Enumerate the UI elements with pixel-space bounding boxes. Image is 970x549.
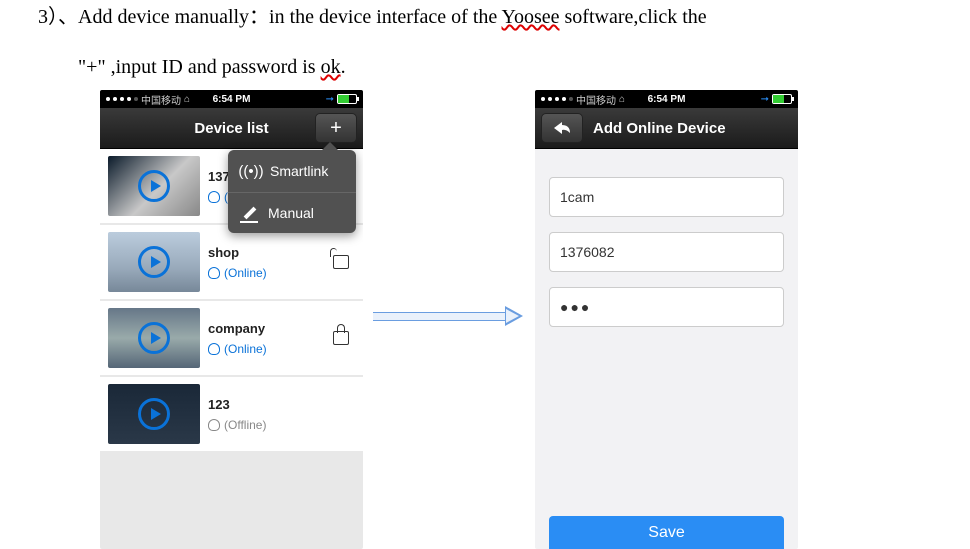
input-value: ●●● bbox=[560, 299, 591, 315]
device-password-input[interactable]: ●●● bbox=[549, 287, 784, 327]
menu-item-manual[interactable]: Manual bbox=[228, 192, 356, 233]
carrier-indicator: 中国移动 ⌂ bbox=[541, 92, 625, 107]
play-icon bbox=[138, 398, 170, 430]
play-icon bbox=[138, 246, 170, 278]
device-thumbnail[interactable] bbox=[108, 384, 200, 444]
screenshot-device-list: 中国移动 ⌂ 6:54 PM ➞ Device list + 137 ( sho… bbox=[100, 90, 363, 549]
device-name: company bbox=[208, 321, 267, 336]
device-status: (Online) bbox=[208, 266, 267, 280]
menu-item-smartlink[interactable]: ((•)) Smartlink bbox=[228, 150, 356, 192]
text: "+" ,input ID and password is bbox=[78, 56, 321, 78]
device-thumbnail[interactable] bbox=[108, 308, 200, 368]
spellcheck-word: Yoosee bbox=[502, 6, 560, 28]
bluetooth-icon: ➞ bbox=[326, 94, 334, 105]
play-icon bbox=[138, 170, 170, 202]
battery-icon bbox=[337, 94, 357, 104]
menu-label: Manual bbox=[268, 205, 314, 221]
device-row[interactable]: shop (Online) bbox=[100, 225, 363, 299]
carrier-indicator: 中国移动 ⌂ bbox=[106, 92, 190, 107]
pencil-icon bbox=[242, 205, 258, 221]
add-device-button[interactable]: + bbox=[315, 113, 357, 143]
menu-label: Smartlink bbox=[270, 163, 328, 179]
battery-indicator: ➞ bbox=[761, 94, 792, 105]
page-title: Add Online Device bbox=[593, 120, 726, 137]
device-name-input[interactable]: 1cam bbox=[549, 177, 784, 217]
back-button[interactable] bbox=[541, 113, 583, 143]
person-icon bbox=[208, 191, 220, 203]
page-title: Device list bbox=[194, 120, 268, 137]
device-status: ( bbox=[208, 190, 230, 204]
play-icon bbox=[138, 322, 170, 354]
text: 3）、Add device manually：in the device int… bbox=[38, 6, 502, 28]
save-button[interactable]: Save bbox=[549, 516, 784, 549]
lock-open-icon[interactable] bbox=[333, 255, 349, 269]
button-label: Save bbox=[648, 524, 684, 542]
device-status: (Online) bbox=[208, 342, 267, 356]
back-arrow-icon bbox=[552, 121, 572, 135]
person-icon bbox=[208, 343, 220, 355]
person-icon bbox=[208, 267, 220, 279]
device-id-input[interactable]: 1376082 bbox=[549, 232, 784, 272]
carrier-text: 中国移动 bbox=[576, 92, 616, 107]
text: . bbox=[341, 56, 346, 78]
device-name: shop bbox=[208, 245, 267, 260]
lock-closed-icon[interactable] bbox=[333, 331, 349, 345]
instruction-line-2: "+" ,input ID and password is ok. bbox=[78, 54, 346, 80]
instruction-line-1: 3）、Add device manually：in the device int… bbox=[38, 4, 707, 30]
device-name: 137 bbox=[208, 169, 230, 184]
input-value: 1cam bbox=[560, 189, 594, 205]
battery-indicator: ➞ bbox=[326, 94, 357, 105]
nav-bar: Add Online Device bbox=[535, 108, 798, 149]
person-icon bbox=[208, 419, 220, 431]
carrier-text: 中国移动 bbox=[141, 92, 181, 107]
input-value: 1376082 bbox=[560, 244, 615, 260]
clock: 6:54 PM bbox=[213, 94, 251, 105]
text: software,click the bbox=[560, 6, 707, 28]
device-name: 123 bbox=[208, 397, 266, 412]
spellcheck-word: ok bbox=[321, 56, 341, 78]
device-row[interactable]: company (Online) bbox=[100, 301, 363, 375]
device-row[interactable]: 123 (Offline) bbox=[100, 377, 363, 451]
plus-icon: + bbox=[330, 117, 342, 140]
battery-icon bbox=[772, 94, 792, 104]
bluetooth-icon: ➞ bbox=[761, 94, 769, 105]
broadcast-icon: ((•)) bbox=[242, 162, 260, 180]
flow-arrow bbox=[373, 306, 523, 326]
clock: 6:54 PM bbox=[648, 94, 686, 105]
add-device-menu: ((•)) Smartlink Manual bbox=[228, 150, 356, 233]
device-thumbnail[interactable] bbox=[108, 156, 200, 216]
wifi-icon: ⌂ bbox=[619, 94, 625, 105]
status-bar: 中国移动 ⌂ 6:54 PM ➞ bbox=[100, 90, 363, 108]
status-bar: 中国移动 ⌂ 6:54 PM ➞ bbox=[535, 90, 798, 108]
device-status: (Offline) bbox=[208, 418, 266, 432]
wifi-icon: ⌂ bbox=[184, 94, 190, 105]
device-thumbnail[interactable] bbox=[108, 232, 200, 292]
screenshot-add-device: 中国移动 ⌂ 6:54 PM ➞ Add Online Device 1cam … bbox=[535, 90, 798, 549]
